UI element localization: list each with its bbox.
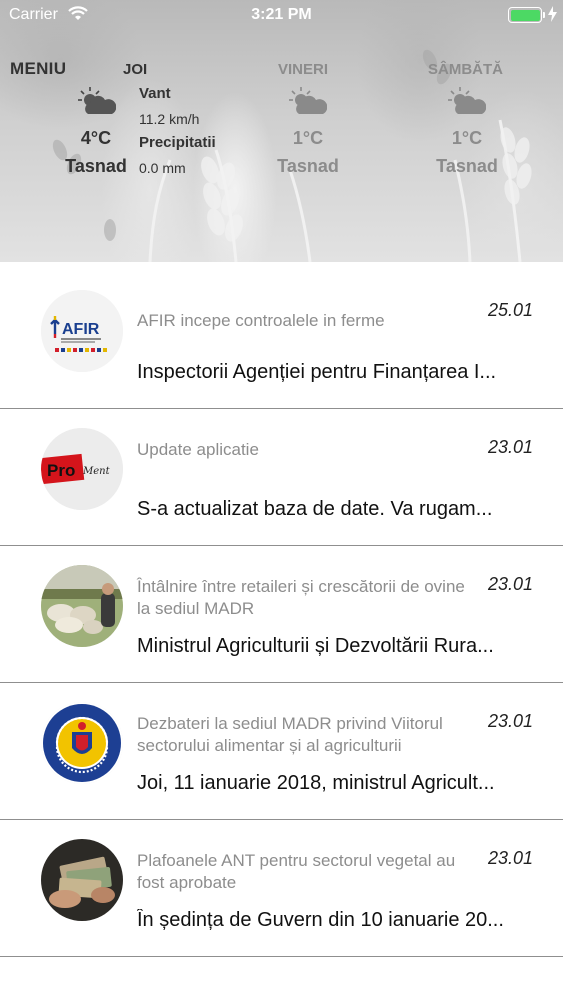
news-item[interactable]: AFIR AFIR incepe controalele in ferme 25… bbox=[0, 262, 563, 409]
weather-header: Carrier 3:21 PM MENIU JOI 4°C Tasnad Van… bbox=[0, 0, 563, 262]
status-time: 3:21 PM bbox=[251, 6, 312, 23]
news-list: AFIR AFIR incepe controalele in ferme 25… bbox=[0, 262, 563, 957]
precipitation-value: 0.0 mm bbox=[139, 160, 186, 176]
wind-label: Vant bbox=[139, 85, 171, 102]
precipitation-label: Precipitatii bbox=[139, 134, 216, 151]
partly-cloudy-icon bbox=[289, 87, 327, 114]
news-title: Dezbateri la sediul MADR privind Viitoru… bbox=[137, 714, 443, 755]
charging-bolt-icon bbox=[548, 6, 557, 22]
news-title: AFIR incepe controalele in ferme bbox=[137, 311, 385, 330]
news-item[interactable]: Plafoanele ANT pentru sectorul vegetal a… bbox=[0, 820, 563, 957]
news-summary: Joi, 11 ianuarie 2018, ministrul Agricul… bbox=[137, 772, 495, 794]
pro-logo-text: Pro bbox=[47, 461, 75, 480]
pro-logo-script: Ment bbox=[82, 466, 111, 477]
weather-day-label: VINERI bbox=[278, 61, 329, 78]
news-title: Întâlnire între retaileri și crescătorii… bbox=[137, 577, 465, 618]
news-title: Update aplicatie bbox=[137, 440, 259, 459]
news-summary: Ministrul Agriculturii și Dezvoltării Ru… bbox=[137, 635, 494, 657]
battery-tip bbox=[543, 12, 545, 18]
pro-logo: Pro Ment bbox=[41, 428, 123, 510]
battery-icon bbox=[508, 7, 542, 23]
money-photo bbox=[41, 839, 123, 921]
madr-seal bbox=[41, 702, 123, 784]
weather-city: Tasnad bbox=[65, 156, 127, 176]
weather-temperature: 4°C bbox=[80, 128, 112, 148]
battery-level bbox=[510, 9, 540, 21]
news-item[interactable]: Întâlnire între retaileri și crescătorii… bbox=[0, 546, 563, 683]
afir-logo: AFIR bbox=[41, 290, 123, 372]
news-date: 23.01 bbox=[488, 574, 534, 594]
sheep-photo bbox=[41, 565, 123, 647]
menu-button[interactable]: MENIU bbox=[10, 59, 66, 79]
news-date: 23.01 bbox=[488, 437, 534, 457]
afir-logo-text: AFIR bbox=[62, 321, 100, 338]
weather-day-label: SÂMBĂTĂ bbox=[428, 61, 503, 78]
news-date: 25.01 bbox=[488, 300, 534, 320]
sheep-photo-image bbox=[41, 565, 123, 647]
weather-temperature: 1°C bbox=[451, 128, 483, 148]
news-summary: În ședința de Guvern din 10 ianuarie 20.… bbox=[137, 909, 504, 931]
money-photo-image bbox=[41, 839, 123, 921]
news-date: 23.01 bbox=[488, 848, 534, 868]
afir-logo-image: AFIR bbox=[41, 290, 123, 372]
weather-city: Tasnad bbox=[277, 156, 339, 176]
news-summary: Inspectorii Agenției pentru Finanțarea I… bbox=[137, 361, 497, 383]
status-bar: Carrier 3:21 PM bbox=[0, 0, 563, 30]
weather-temperature: 1°C bbox=[292, 128, 324, 148]
news-summary: S-a actualizat baza de date. Va rugam... bbox=[137, 498, 493, 520]
news-item[interactable]: Pro Ment Update aplicatie 23.01 S-a actu… bbox=[0, 409, 563, 546]
weather-city: Tasnad bbox=[436, 156, 498, 176]
news-date: 23.01 bbox=[488, 711, 534, 731]
news-title: Plafoanele ANT pentru sectorul vegetal a… bbox=[137, 851, 456, 892]
pro-logo-image: Pro Ment bbox=[41, 428, 123, 510]
partly-cloudy-icon bbox=[448, 87, 486, 114]
madr-seal-image bbox=[41, 702, 123, 784]
news-item[interactable]: Dezbateri la sediul MADR privind Viitoru… bbox=[0, 683, 563, 820]
wind-value: 11.2 km/h bbox=[139, 111, 200, 127]
partly-cloudy-icon bbox=[78, 87, 116, 114]
weather-day-label: JOI bbox=[123, 61, 148, 78]
